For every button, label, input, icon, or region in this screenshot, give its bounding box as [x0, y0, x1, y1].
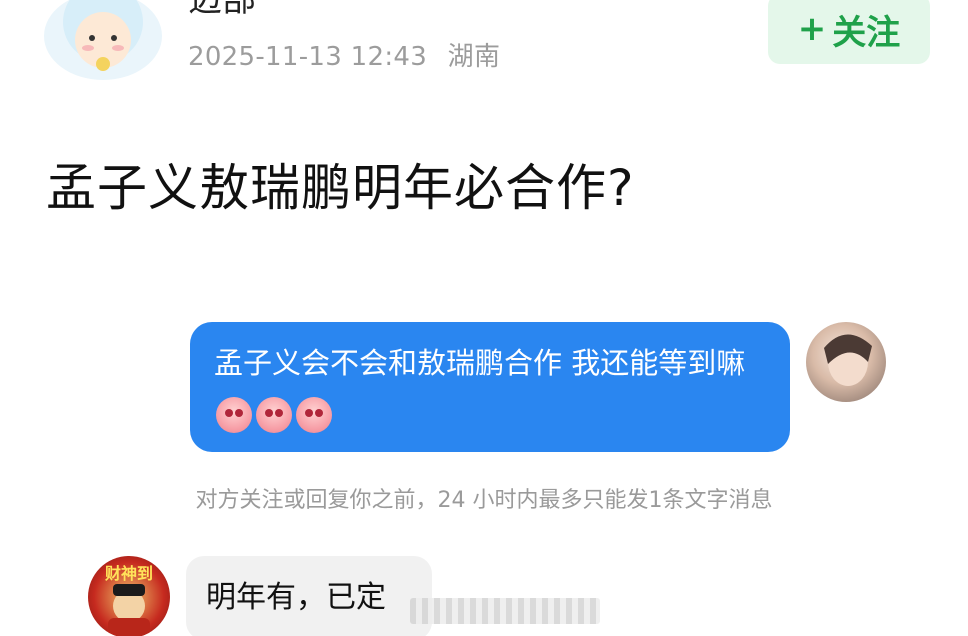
author-name[interactable]: 迈部	[188, 0, 256, 22]
avatar-caption: 财神到	[104, 564, 153, 583]
follow-button[interactable]: + 关注	[768, 0, 930, 64]
reply-message-bubble[interactable]: 明年有，已定	[186, 556, 432, 636]
portrait-avatar-icon	[824, 334, 872, 386]
author-avatar[interactable]	[44, 0, 162, 80]
post-timestamp: 2025-11-13 12:43	[188, 42, 428, 72]
reply-message-text: 明年有，已定	[206, 580, 386, 615]
peach-face-emoji-icon	[296, 397, 332, 433]
post-title: 孟子义敖瑞鹏明年必合作?	[46, 159, 635, 217]
sent-message-text: 孟子义会不会和敖瑞鹏合作 我还能等到嘛	[214, 346, 746, 380]
emoji-group	[216, 397, 336, 433]
sent-message-bubble[interactable]: 孟子义会不会和敖瑞鹏合作 我还能等到嘛	[190, 322, 790, 452]
peach-face-emoji-icon	[256, 397, 292, 433]
plus-icon: +	[797, 9, 827, 49]
post-meta: 2025-11-13 12:43 湖南	[188, 40, 500, 74]
watermark-overlay	[410, 598, 600, 624]
recipient-avatar[interactable]: 财神到	[88, 556, 170, 636]
sender-avatar[interactable]	[806, 322, 886, 402]
follow-label: 关注	[832, 12, 901, 53]
peach-face-emoji-icon	[216, 397, 252, 433]
message-limit-notice: 对方关注或回复你之前，24 小时内最多只能发1条文字消息	[195, 488, 773, 513]
cartoon-avatar-icon	[63, 0, 143, 71]
post-location: 湖南	[447, 42, 501, 72]
